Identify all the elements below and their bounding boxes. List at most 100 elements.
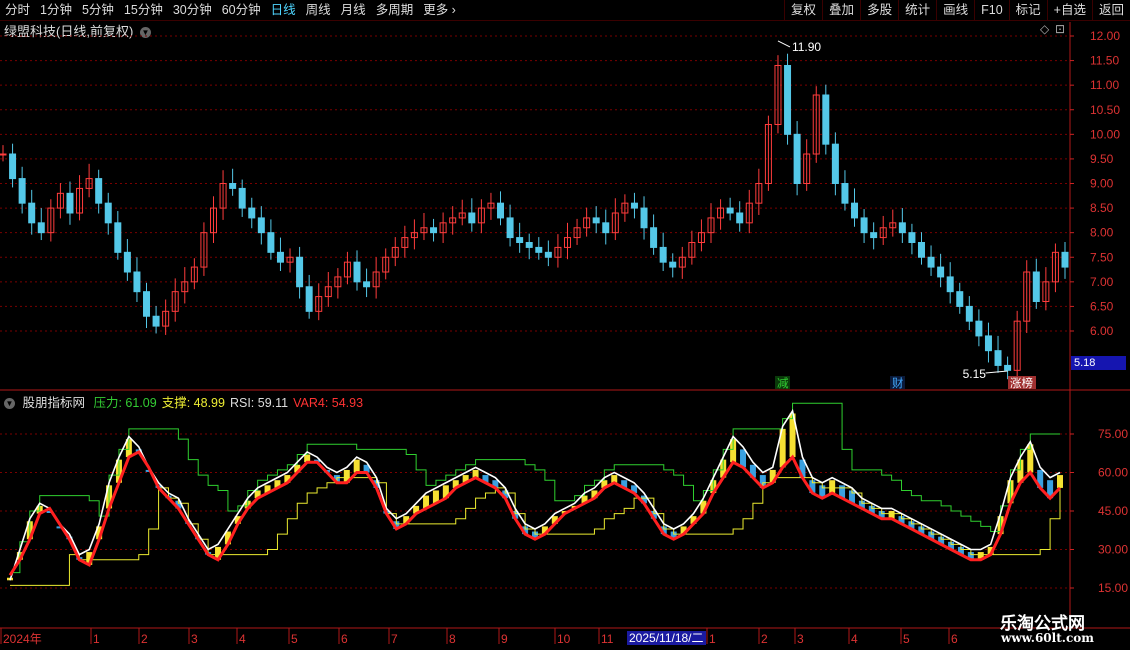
price-tick-label: 10.00 [1090,127,1120,141]
candle-body [276,251,284,263]
candle-body [66,192,74,214]
candle-body [841,183,849,204]
candle-body [793,133,801,184]
timeline-label: 1 [93,632,100,646]
candle-body [267,232,275,253]
candle-body [1032,271,1040,302]
price-tick-label: 9.50 [1090,152,1114,166]
candle-body [114,222,122,253]
candle-body [9,153,17,180]
candle-body [669,261,677,268]
event-badge-label: 财 [892,376,904,390]
candle-body [630,202,638,209]
candle-body [984,335,992,352]
timeline-label: 6 [341,632,348,646]
candle-body [994,350,1002,366]
candle-body [535,246,543,253]
price-tick-label: 8.00 [1090,226,1114,240]
candle-body [506,217,514,239]
candle-body [544,251,552,258]
candle-body [927,256,935,268]
candle-body [0,153,7,156]
candle-body [123,251,131,273]
candle-body [28,202,36,224]
candle-body [946,276,954,293]
timeline-label: 11 [601,632,614,646]
timeline-label: 5 [291,632,298,646]
candle-body [602,222,610,234]
timeline-label: 3 [191,632,198,646]
price-tick-label: 11.00 [1090,78,1119,92]
price-tick-label: 7.00 [1090,275,1114,289]
timeline-label: 4 [851,632,858,646]
price-tick-label: 6.00 [1090,324,1114,338]
indicator-tick-label: 15.00 [1098,581,1128,595]
indicator-tick-label: 45.00 [1098,504,1128,518]
candle-body [975,320,983,337]
price-tick-label: 12.00 [1090,29,1120,43]
timeline-label: 2 [141,632,148,646]
price-tick-label: 8.50 [1090,201,1114,215]
diamond-icon: ◇ [1040,22,1050,36]
timeline-label: 10 [557,632,571,646]
indicator-value: VAR4: 54.93 [293,396,364,410]
candle-body [133,271,141,293]
indicator-tick-label: 30.00 [1098,543,1128,557]
candle-body [726,207,734,214]
indicator-tick-label: 60.00 [1098,466,1128,480]
candle-body [305,286,313,312]
chevron-down-icon[interactable]: ▼ [4,398,15,409]
timeline-label: 9 [501,632,508,646]
candle-body [430,227,438,234]
candle-body [257,217,265,234]
candle-body [650,227,658,248]
price-tick-label: 9.00 [1090,177,1114,191]
indicator-value: 压力: 61.09 [93,396,157,410]
candle-body [248,207,256,219]
watermark-url: www.60lt.com [1001,631,1094,645]
candle-body [659,246,667,263]
candle-body [363,281,371,288]
candle-body [917,242,925,258]
candle-body [851,202,859,219]
timeline-label: 8 [449,632,456,646]
candle-body [353,261,361,283]
timeline-label: 2024年 [3,632,42,646]
candle-body [296,256,304,288]
candle-body [736,212,744,224]
current-price-tag: 5.18 [1071,356,1126,370]
indicator-tick-label: 75.00 [1098,427,1128,441]
candle-body [1061,251,1069,268]
candle-body [937,266,945,278]
chart-canvas[interactable]: 12.00 11.50 11.00 10.50 10.00 9.50 9.00 8.50 8.0… [0,0,1130,650]
candle-body [860,217,868,234]
candle-body [143,291,151,317]
candle-body [831,143,839,185]
timeline-label: 4 [239,632,246,646]
price-tick-label: 6.50 [1090,299,1114,313]
candle-body [870,232,878,239]
low-marker-arrow [985,370,1008,374]
candle-body [468,212,476,224]
timeline-label: 5 [903,632,910,646]
candle-body [1004,364,1012,371]
price-tick-label: 7.50 [1090,250,1114,264]
indicator-value: RSI: 59.11 [229,396,289,410]
indicator-name: 股朋指标网 [22,396,85,410]
support-line [10,477,1061,586]
timeline-label: 1 [709,632,716,646]
indicator-bar [353,459,360,473]
candle-body [18,178,26,204]
candle-body [898,222,906,234]
candle-body [516,237,524,243]
candle-body [592,217,600,224]
timeline-label: 2 [761,632,768,646]
high-marker-label: 11.90 [792,40,821,54]
candle-body [152,315,160,327]
timeline-label: 7 [391,632,398,646]
low-marker-label: 5.15 [963,367,987,381]
settings-icon: ⊡ [1055,22,1065,36]
event-badge-label: 减 [777,377,789,390]
indicator-value: 支撑: 48.99 [161,396,225,410]
indicator-bar [829,480,836,494]
